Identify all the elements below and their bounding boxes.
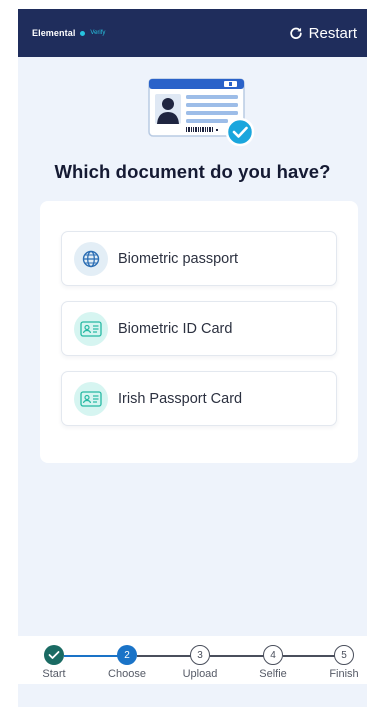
progress-stepper: 2 3 4 5 Start Choose Upload Selfie Finis… — [18, 636, 367, 684]
option-label: Biometric passport — [118, 250, 239, 267]
option-biometric-passport[interactable]: Biometric passport — [61, 231, 337, 286]
option-label: Biometric ID Card — [118, 320, 233, 337]
id-card-verified-illustration — [148, 78, 255, 147]
id-card-icon — [74, 381, 108, 416]
brand-logo: Elemental Verify — [32, 28, 105, 38]
brand-sub: Verify — [90, 30, 106, 36]
step-label-start: Start — [42, 668, 66, 680]
document-options-panel: Biometric passport Biometric ID Card Iri… — [40, 201, 358, 463]
option-biometric-id-card[interactable]: Biometric ID Card — [61, 301, 337, 356]
step-5-pending: 5 — [334, 645, 354, 665]
step-4-pending: 4 — [263, 645, 283, 665]
restart-button[interactable]: Restart — [289, 25, 357, 42]
step-label-upload: Upload — [182, 668, 218, 680]
step-label-finish: Finish — [329, 668, 359, 680]
brand-name: Elemental — [32, 28, 76, 38]
step-2-current: 2 — [117, 645, 137, 665]
id-card-icon — [74, 311, 108, 346]
app-window: Elemental Verify Restart Which document … — [18, 9, 367, 707]
step-label-choose: Choose — [108, 668, 146, 680]
page-title: Which document do you have? — [54, 161, 331, 182]
globe-icon — [74, 241, 108, 276]
restart-icon — [289, 27, 302, 39]
restart-label: Restart — [308, 24, 357, 42]
step-1-complete — [44, 645, 64, 665]
app-header: Elemental Verify Restart — [18, 9, 367, 57]
option-label: Irish Passport Card — [118, 390, 243, 407]
brand-dot-icon — [80, 30, 86, 36]
step-3-pending: 3 — [190, 645, 210, 665]
checkmark-icon — [48, 651, 60, 659]
option-irish-passport-card[interactable]: Irish Passport Card — [61, 371, 337, 426]
step-label-selfie: Selfie — [259, 668, 287, 680]
